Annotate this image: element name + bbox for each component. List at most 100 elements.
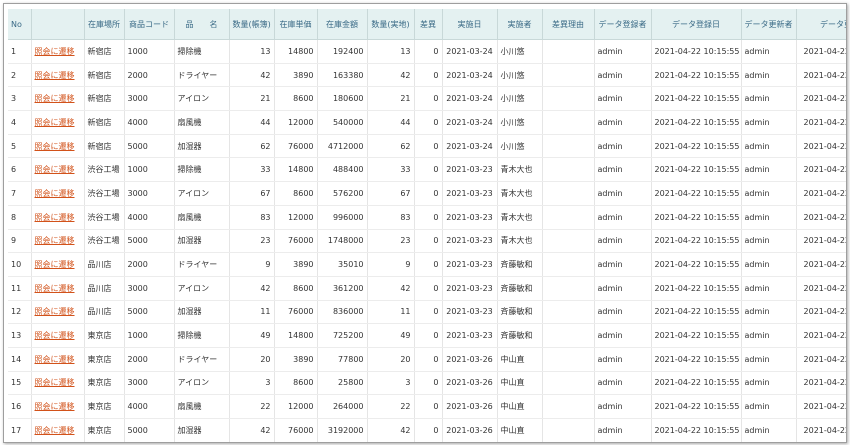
location-cell: 新宿店: [84, 39, 125, 64]
product-name-cell: アイロン: [174, 181, 230, 206]
view-detail-link[interactable]: 照会に遷移: [35, 402, 75, 411]
col-header-updated-at[interactable]: データ更新日: [796, 9, 846, 40]
col-header-date[interactable]: 実施日: [442, 9, 498, 40]
view-detail-link: 照会に遷移: [31, 86, 85, 112]
created-by-cell: admin: [594, 418, 652, 442]
location-cell: 新宿店: [84, 134, 125, 159]
product-code-cell: 1000: [124, 323, 175, 348]
view-detail-link[interactable]: 照会に遷移: [35, 142, 75, 151]
col-header-unit-price[interactable]: 在庫単価: [274, 9, 318, 40]
created-at-cell: 2021-04-22 10:15:55: [651, 276, 742, 301]
product-name-cell: 加湿器: [174, 418, 230, 442]
product-code-cell: 1000: [124, 157, 175, 183]
col-header-difference[interactable]: 差異: [414, 9, 443, 40]
view-detail-link[interactable]: 照会に遷移: [35, 189, 75, 198]
date-cell: 2021-03-23: [442, 181, 498, 206]
updated-by-cell: admin: [741, 63, 797, 88]
col-header-created-by[interactable]: データ登録者: [594, 9, 652, 40]
person-cell: 斉藤敏和: [497, 252, 543, 277]
difference-cell: 0: [414, 323, 443, 348]
date-cell: 2021-03-23: [442, 157, 498, 183]
reason-cell: [542, 157, 595, 183]
col-header-product-code[interactable]: 商品コード: [124, 9, 175, 40]
person-cell: 青木大也: [497, 205, 543, 230]
view-detail-link[interactable]: 照会に遷移: [35, 260, 75, 269]
view-detail-link[interactable]: 照会に遷移: [35, 331, 75, 340]
col-header-qty-actual[interactable]: 数量(実地): [367, 9, 415, 40]
view-detail-link[interactable]: 照会に遷移: [35, 426, 75, 435]
updated-at-cell: 2021-04-22 10:15:55: [796, 205, 846, 230]
table-row: 2 照会に遷移 新宿店 2000 ドライヤー 42 3890 163380 42 0 2021-03…: [8, 63, 846, 88]
qty-book-cell: 3: [229, 371, 275, 396]
reason-cell: [542, 134, 595, 159]
view-detail-link: 照会に遷移: [31, 205, 85, 230]
date-cell: 2021-03-24: [442, 110, 498, 135]
col-header-amount[interactable]: 在庫金額: [317, 9, 368, 40]
difference-cell: 0: [414, 39, 443, 64]
date-cell: 2021-03-24: [442, 39, 498, 64]
row-number: 13: [8, 323, 32, 348]
view-detail-link[interactable]: 照会に遷移: [35, 47, 75, 56]
qty-actual-cell: 11: [367, 300, 415, 325]
reason-cell: [542, 371, 595, 396]
created-by-cell: admin: [594, 63, 652, 88]
view-detail-link: 照会に遷移: [31, 300, 85, 325]
updated-by-cell: admin: [741, 86, 797, 112]
updated-at-cell: 2021-04-22 10:15:55: [796, 252, 846, 277]
location-cell: 品川店: [84, 276, 125, 301]
col-header-product-name[interactable]: 品 名: [174, 9, 230, 40]
col-header-no: No: [8, 9, 32, 40]
location-cell: 東京店: [84, 323, 125, 348]
date-cell: 2021-03-26: [442, 394, 498, 419]
product-code-cell: 4000: [124, 205, 175, 230]
qty-actual-cell: 62: [367, 134, 415, 159]
view-detail-link[interactable]: 照会に遷移: [35, 284, 75, 293]
view-detail-link: 照会に遷移: [31, 346, 85, 372]
view-detail-link: 照会に遷移: [31, 252, 85, 277]
row-number: 9: [8, 229, 32, 254]
updated-at-cell: 2021-04-22 10:15:55: [796, 181, 846, 206]
person-cell: 中山直: [497, 346, 543, 372]
view-detail-link[interactable]: 照会に遷移: [35, 94, 75, 103]
view-detail-link[interactable]: 照会に遷移: [35, 118, 75, 127]
location-cell: 新宿店: [84, 63, 125, 88]
date-cell: 2021-03-24: [442, 134, 498, 159]
person-cell: 中山直: [497, 371, 543, 396]
reason-cell: [542, 39, 595, 64]
col-header-person[interactable]: 実施者: [497, 9, 543, 40]
view-detail-link[interactable]: 照会に遷移: [35, 236, 75, 245]
created-at-cell: 2021-04-22 10:15:55: [651, 229, 742, 254]
view-detail-link[interactable]: 照会に遷移: [35, 71, 75, 80]
product-name-cell: 扇風機: [174, 110, 230, 135]
row-number: 16: [8, 394, 32, 419]
view-detail-link[interactable]: 照会に遷移: [35, 307, 75, 316]
reason-cell: [542, 229, 595, 254]
location-cell: 東京店: [84, 394, 125, 419]
unit-price-cell: 8600: [274, 86, 318, 112]
reason-cell: [542, 205, 595, 230]
col-header-created-at[interactable]: データ登録日: [651, 9, 742, 40]
view-detail-link[interactable]: 照会に遷移: [35, 165, 75, 174]
row-number: 3: [8, 86, 32, 112]
row-number: 5: [8, 134, 32, 159]
unit-price-cell: 3890: [274, 63, 318, 88]
product-code-cell: 5000: [124, 300, 175, 325]
updated-by-cell: admin: [741, 346, 797, 372]
row-number: 10: [8, 252, 32, 277]
product-code-cell: 5000: [124, 134, 175, 159]
view-detail-link[interactable]: 照会に遷移: [35, 213, 75, 222]
col-header-location[interactable]: 在庫場所: [84, 9, 125, 40]
qty-book-cell: 67: [229, 181, 275, 206]
location-cell: 新宿店: [84, 86, 125, 112]
col-header-updated-by[interactable]: データ更新者: [741, 9, 797, 40]
created-by-cell: admin: [594, 157, 652, 183]
location-cell: 渋谷工場: [84, 181, 125, 206]
col-header-reason[interactable]: 差異理由: [542, 9, 595, 40]
view-detail-link[interactable]: 照会に遷移: [35, 355, 75, 364]
created-by-cell: admin: [594, 134, 652, 159]
qty-book-cell: 22: [229, 394, 275, 419]
view-detail-link[interactable]: 照会に遷移: [35, 378, 75, 387]
difference-cell: 0: [414, 346, 443, 372]
col-header-qty-book[interactable]: 数量(帳簿): [229, 9, 275, 40]
reason-cell: [542, 418, 595, 442]
